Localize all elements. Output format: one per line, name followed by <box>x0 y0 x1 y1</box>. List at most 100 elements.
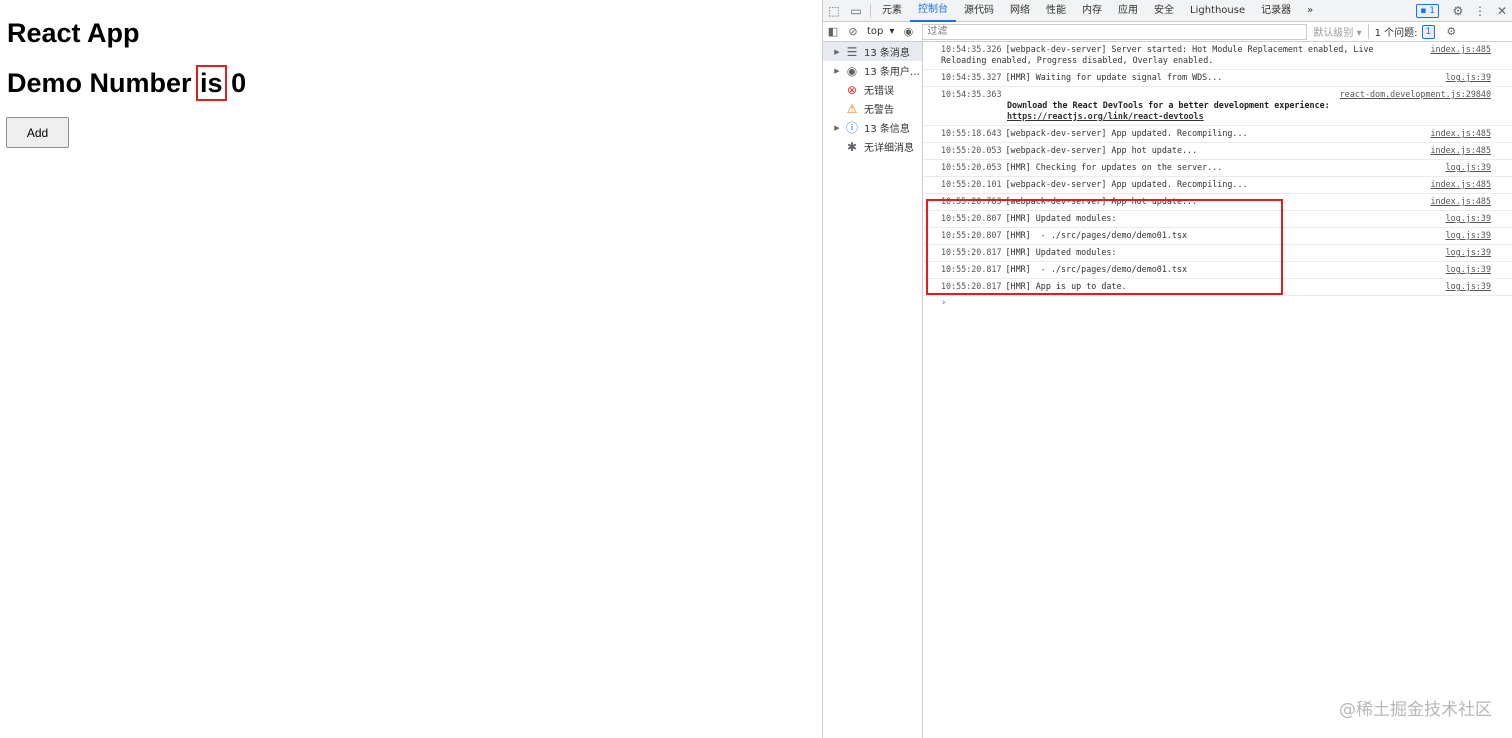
devtools-tab[interactable]: 源代码 <box>956 0 1002 22</box>
log-source-link[interactable]: react-dom.development.js:29840 <box>1340 89 1491 100</box>
log-timestamp: 10:55:20.763 <box>941 196 1002 206</box>
console-log-row: 10:55:20.817 [HMR] - ./src/pages/demo/dem… <box>923 262 1512 279</box>
sidebar-item-label: 无警告 <box>864 105 894 116</box>
console-log-row: 10:55:20.763 [webpack-dev-server] App hot… <box>923 194 1512 211</box>
sidebar-filter-item[interactable]: ⚠ 无警告 <box>823 99 922 118</box>
devtools-tab[interactable]: 安全 <box>1146 0 1182 22</box>
console-settings-icon[interactable]: ⚙ <box>1441 22 1461 42</box>
sidebar-filter-item[interactable]: ✱ 无详细消息 <box>823 137 922 156</box>
log-timestamp: 10:55:20.817 <box>941 247 1002 257</box>
issues-count-badge: 1 <box>1421 24 1436 39</box>
more-tabs-button[interactable]: » <box>1299 0 1321 22</box>
issues-label: 1 个问题: <box>1374 28 1418 39</box>
console-log-row: 10:55:20.053 [HMR] Checking for updates o… <box>923 160 1512 177</box>
log-timestamp: 10:55:20.817 <box>941 264 1002 274</box>
devtools-tab[interactable]: 内存 <box>1074 0 1110 22</box>
log-source-link[interactable]: index.js:485 <box>1430 145 1491 156</box>
issues-counter[interactable]: 1 个问题: 1 <box>1367 24 1442 39</box>
devtools-tabbar: ⬚ ▭ 元素 控制台 源代码 网络 性能 内存 应用 安全 Lighthouse 记录器 » ▪ … <box>823 0 1512 22</box>
devtools-tab[interactable]: 应用 <box>1110 0 1146 22</box>
expand-arrow-icon[interactable]: ▶ <box>831 124 843 132</box>
sidebar-filter-item[interactable]: ▶ ☰ 13 条消息 <box>823 42 922 61</box>
console-toolbar: ◧ ⊘ top ▾ ◉ 默认级别 ▾ 1 个问题:1 ⚙ <box>823 22 1512 42</box>
devtools-tab[interactable]: Lighthouse <box>1182 0 1253 22</box>
log-message: [HMR] - ./src/pages/demo/demo01.tsx <box>1005 264 1188 274</box>
expand-arrow-icon[interactable]: ▶ <box>831 48 843 56</box>
log-message: [HMR] Waiting for update signal from WDS… <box>1005 72 1223 82</box>
log-timestamp: 10:55:20.817 <box>941 281 1002 291</box>
console-log-row: 10:54:35.363 react-dom.development.js:298… <box>923 87 1512 126</box>
expand-arrow-icon[interactable]: ▶ <box>831 67 843 75</box>
log-source-link[interactable]: log.js:39 <box>1446 162 1491 173</box>
log-source-link[interactable]: log.js:39 <box>1446 230 1491 241</box>
log-timestamp: 10:54:35.363 <box>941 89 1002 99</box>
kebab-menu-icon[interactable]: ⋮ <box>1469 0 1491 22</box>
close-icon[interactable]: ✕ <box>1491 0 1512 22</box>
log-message: [webpack-dev-server] App updated. Recomp… <box>1005 128 1248 138</box>
watermark: @稀土掘金技术社区 <box>1339 700 1492 720</box>
console-log-row: 10:54:35.327 [HMR] Waiting for update sig… <box>923 70 1512 87</box>
log-message: [HMR] App is up to date. <box>1005 281 1127 291</box>
log-message: [HMR] Checking for updates on the server… <box>1005 162 1223 172</box>
log-source-link[interactable]: log.js:39 <box>1446 213 1491 224</box>
console-log-row: 10:55:20.053 [webpack-dev-server] App hot… <box>923 143 1512 160</box>
user-icon: ◉ <box>846 63 858 78</box>
issue-badge-count: 1 <box>1429 5 1435 16</box>
console-filter-input[interactable] <box>922 23 1308 40</box>
log-timestamp: 10:55:20.053 <box>941 145 1002 155</box>
error-icon: ⊗ <box>846 82 858 97</box>
sidebar-item-label: 无错误 <box>864 86 894 97</box>
console-log-row: 10:55:20.807 [HMR] - ./src/pages/demo/dem… <box>923 228 1512 245</box>
devtools-tabs: 元素 控制台 源代码 网络 性能 内存 应用 安全 Lighthouse 记录器 <box>874 0 1299 22</box>
console-log-row: 10:55:20.817 [HMR] App is up to date. log.… <box>923 279 1512 296</box>
warning-icon: ⚠ <box>846 101 858 116</box>
log-source-link[interactable]: log.js:39 <box>1446 264 1491 275</box>
context-selector[interactable]: top ▾ <box>863 26 898 37</box>
demo-number-value: 0 <box>231 68 247 98</box>
console-log-row: 10:55:20.807 [HMR] Updated modules: log.js… <box>923 211 1512 228</box>
devtools-tab[interactable]: 性能 <box>1038 0 1074 22</box>
device-toolbar-icon[interactable]: ▭ <box>845 0 867 22</box>
log-source-link[interactable]: log.js:39 <box>1446 281 1491 292</box>
demo-number-prefix: Demo Number <box>7 68 200 98</box>
devtools-tab[interactable]: 网络 <box>1002 0 1038 22</box>
console-prompt-input[interactable]: › <box>923 296 1512 310</box>
issue-badge[interactable]: ▪ 1 <box>1416 3 1439 18</box>
console-log-row: 10:55:20.101 [webpack-dev-server] App upd… <box>923 177 1512 194</box>
log-message: [HMR] Updated modules: <box>1005 213 1117 223</box>
sidebar-filter-item[interactable]: ⊗ 无错误 <box>823 80 922 99</box>
log-timestamp: 10:55:20.101 <box>941 179 1002 189</box>
log-message: [HMR] Updated modules: <box>1005 247 1117 257</box>
app-page: React App Demo Number is 0 Add <box>0 0 823 738</box>
sidebar-filter-item[interactable]: ▶ ◉ 13 条用户… <box>823 61 922 80</box>
log-timestamp: 10:54:35.327 <box>941 72 1002 82</box>
devtools-download-link[interactable]: https://reactjs.org/link/react-devtools <box>1007 111 1204 121</box>
devtools-tab[interactable]: 记录器 <box>1253 0 1299 22</box>
sidebar-item-label: 无详细消息 <box>864 143 914 154</box>
eye-icon[interactable]: ◉ <box>898 22 918 42</box>
list-icon: ☰ <box>846 44 858 59</box>
log-source-link[interactable]: log.js:39 <box>1446 247 1491 258</box>
log-source-link[interactable]: index.js:485 <box>1430 44 1491 55</box>
log-source-link[interactable]: index.js:485 <box>1430 179 1491 190</box>
sidebar-filter-item[interactable]: ▶ ⓘ 13 条信息 <box>823 118 922 137</box>
console-sidebar: ▶ ☰ 13 条消息 ▶ ◉ 13 条用户… ⊗ 无错误 ⚠ 无警告 ▶ ⓘ 13 条信息 ✱ 无详细消息 <box>823 42 923 738</box>
devtools-tab[interactable]: 元素 <box>874 0 910 22</box>
inspect-element-icon[interactable]: ⬚ <box>823 0 845 22</box>
log-message: [HMR] - ./src/pages/demo/demo01.tsx <box>1005 230 1188 240</box>
sidebar-item-label: 13 条信息 <box>864 124 910 135</box>
info-icon: ⓘ <box>845 121 858 135</box>
sidebar-item-label: 13 条用户… <box>864 67 920 78</box>
bug-icon: ✱ <box>846 139 858 154</box>
devtools-tab[interactable]: 控制台 <box>910 0 956 22</box>
clear-console-icon[interactable]: ⊘ <box>843 22 863 42</box>
log-levels-dropdown[interactable]: 默认级别 ▾ <box>1307 24 1367 39</box>
sidebar-toggle-icon[interactable]: ◧ <box>823 22 843 42</box>
log-source-link[interactable]: log.js:39 <box>1446 72 1491 83</box>
log-message: [webpack-dev-server] App updated. Recomp… <box>1005 179 1248 189</box>
settings-gear-icon[interactable]: ⚙ <box>1447 0 1469 22</box>
add-button[interactable]: Add <box>6 117 69 148</box>
log-source-link[interactable]: index.js:485 <box>1430 196 1491 207</box>
log-source-link[interactable]: index.js:485 <box>1430 128 1491 139</box>
app-title: React App <box>7 18 140 48</box>
